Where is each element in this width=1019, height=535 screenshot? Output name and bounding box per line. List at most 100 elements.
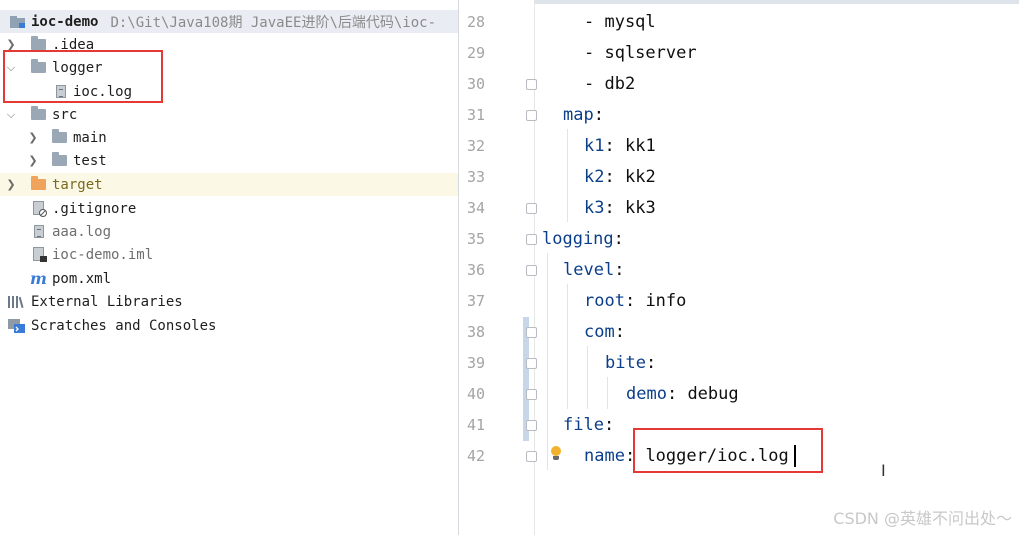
code-line[interactable]: com:	[584, 317, 625, 348]
yaml-key: logging	[542, 229, 614, 249]
chevron-down-icon[interactable]: ⌵	[6, 103, 16, 126]
folder-icon	[52, 152, 67, 166]
tree-item-target[interactable]: ❯ target	[0, 173, 458, 196]
chevron-right-icon[interactable]: ❯	[28, 126, 38, 149]
yaml-editor[interactable]: 28 29 30 31 32 33 34 35 36 37 38 39 40 4…	[458, 0, 1019, 535]
yaml-key: root	[584, 291, 625, 311]
iml-file-icon	[33, 243, 47, 266]
code-line[interactable]: - sqlserver	[584, 38, 697, 69]
annotation-box-logger	[3, 50, 163, 103]
chevron-right-icon[interactable]: ❯	[6, 173, 16, 196]
code-line[interactable]: - db2	[584, 69, 635, 100]
tree-item-main[interactable]: ❯ main	[0, 126, 458, 149]
ignored-file-icon	[33, 197, 47, 220]
tree-item-external-libraries[interactable]: External Libraries	[0, 290, 458, 313]
code-line[interactable]: level:	[563, 255, 624, 286]
folder-icon	[52, 129, 67, 143]
tree-item-label: .gitignore	[52, 200, 137, 217]
project-name: ioc-demo	[31, 13, 99, 30]
module-icon	[10, 10, 26, 33]
tree-item-gitignore[interactable]: .gitignore	[0, 197, 458, 220]
tree-item-label: External Libraries	[31, 293, 183, 310]
tree-item-root[interactable]: ioc-demo D:\Git\Java108期 JavaEE进阶\后端代码\i…	[0, 10, 458, 33]
line-number: 31	[466, 106, 485, 124]
line-number: 28	[466, 13, 485, 31]
fold-marker-icon[interactable]	[526, 79, 537, 90]
yaml-key: k2	[584, 167, 605, 187]
yaml-key: file	[563, 415, 604, 435]
tree-item-label: aaa.log	[52, 223, 112, 240]
line-number: 41	[466, 416, 485, 434]
yaml-value: kk2	[614, 167, 656, 187]
fold-marker-icon[interactable]	[526, 110, 537, 121]
fold-marker-icon[interactable]	[526, 420, 537, 431]
yaml-key: demo	[626, 384, 667, 404]
fold-marker-icon[interactable]	[526, 327, 537, 338]
code-line[interactable]: - mysql	[584, 7, 656, 38]
line-number: 30	[466, 75, 485, 93]
lightbulb-icon[interactable]	[550, 446, 562, 462]
log-file-icon	[34, 225, 44, 238]
line-number: 37	[466, 292, 485, 310]
tree-item-label: target	[52, 176, 103, 193]
folder-icon	[31, 36, 46, 50]
code-line[interactable]: bite:	[605, 348, 656, 379]
line-number: 29	[466, 44, 485, 62]
code-line[interactable]: file:	[563, 410, 614, 441]
fold-marker-icon[interactable]	[526, 389, 537, 400]
code-line[interactable]: root: info	[584, 286, 686, 317]
yaml-key: name	[584, 446, 625, 466]
code-line[interactable]: k2: kk2	[584, 162, 656, 193]
watermark: CSDN @英雄不问出处～	[833, 509, 1012, 528]
fold-marker-icon[interactable]	[526, 358, 537, 369]
line-number: 32	[466, 137, 485, 155]
fold-marker-icon[interactable]	[526, 265, 537, 276]
chevron-right-icon[interactable]: ❯	[28, 149, 38, 172]
indent-guide	[567, 284, 568, 409]
code-line[interactable]: map:	[563, 100, 604, 131]
line-number: 35	[466, 230, 485, 248]
code-line[interactable]: k3: kk3	[584, 193, 656, 224]
scratches-icon	[8, 314, 26, 337]
fold-marker-icon[interactable]	[526, 234, 537, 245]
tree-item-src[interactable]: ⌵ src	[0, 103, 458, 126]
yaml-key: com	[584, 322, 615, 342]
library-icon	[8, 290, 26, 313]
annotation-box-file-name	[633, 428, 823, 473]
project-tool-window: ioc-demo D:\Git\Java108期 JavaEE进阶\后端代码\i…	[0, 0, 458, 535]
tree-item-label: test	[73, 152, 107, 169]
line-number: 40	[466, 385, 485, 403]
line-number: 33	[466, 168, 485, 186]
tree-item-test[interactable]: ❯ test	[0, 149, 458, 172]
fold-marker-icon[interactable]	[526, 203, 537, 214]
yaml-key: bite	[605, 353, 646, 373]
tree-item-scratches[interactable]: Scratches and Consoles	[0, 314, 458, 337]
tree-item-label: src	[52, 106, 78, 123]
tree-item-label: Scratches and Consoles	[31, 317, 217, 334]
tree-item-iml[interactable]: ioc-demo.iml	[0, 243, 458, 266]
yaml-key: k3	[584, 198, 605, 218]
tree-item-aaa-log[interactable]: aaa.log	[0, 220, 458, 243]
excluded-folder-icon	[31, 176, 46, 190]
tree-item-label: main	[73, 129, 107, 146]
tree-item-label: ioc-demo.iml	[52, 246, 154, 263]
yaml-key: level	[563, 260, 615, 280]
line-number: 39	[466, 354, 485, 372]
code-line[interactable]: demo: debug	[626, 379, 739, 410]
code-line[interactable]: k1: kk1	[584, 131, 656, 162]
tree-item-pom[interactable]: m pom.xml	[0, 267, 458, 290]
yaml-key: map	[563, 105, 594, 125]
folder-icon	[31, 106, 46, 120]
indent-guide	[587, 346, 588, 409]
editor-tab-strip	[459, 0, 1019, 4]
tree-item-label: pom.xml	[52, 270, 112, 287]
yaml-value: kk3	[614, 198, 656, 218]
fold-marker-icon[interactable]	[526, 451, 537, 462]
yaml-value: info	[635, 291, 687, 311]
line-number: 42	[466, 447, 485, 465]
yaml-key: k1	[584, 136, 605, 156]
project-path: D:\Git\Java108期 JavaEE进阶\后端代码\ioc-	[110, 14, 437, 31]
code-line[interactable]: logging:	[542, 224, 624, 255]
line-number: 36	[466, 261, 485, 279]
indent-guide	[547, 253, 548, 470]
